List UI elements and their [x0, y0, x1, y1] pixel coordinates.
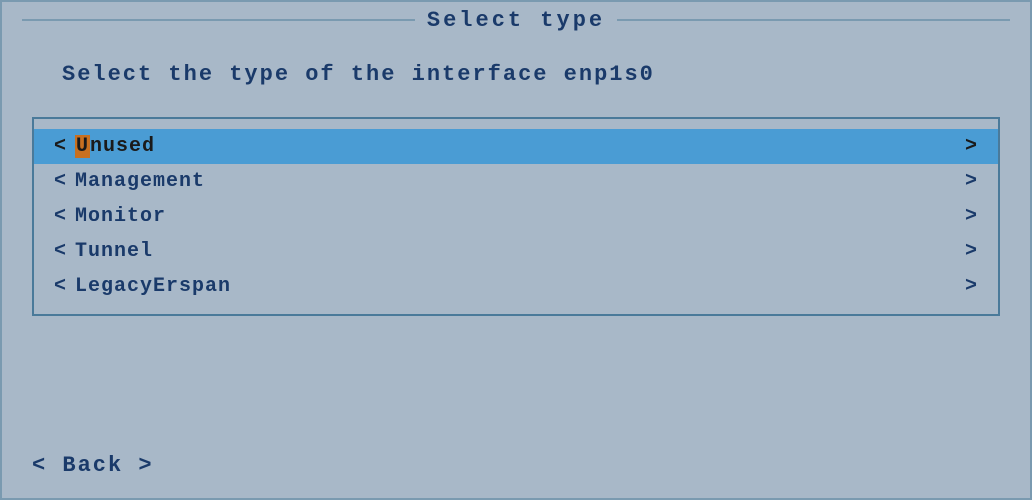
list-item-unused[interactable]: < Unused > [34, 129, 998, 164]
list-item-legacyerspan[interactable]: < LegacyErspan > [34, 269, 998, 304]
type-list: < Unused > < Management > < Monitor > < … [32, 117, 1000, 316]
left-arrow-legacyerspan: < [54, 275, 67, 298]
page-title: Select type [427, 8, 605, 33]
item-label-monitor: Monitor [75, 205, 965, 228]
title-line-left [22, 19, 415, 21]
right-arrow-legacyerspan: > [965, 275, 978, 298]
right-arrow-unused: > [965, 135, 978, 158]
title-line-right [617, 19, 1010, 21]
subtitle-text: Select the type of the interface enp1s0 [2, 62, 1030, 87]
left-arrow-tunnel: < [54, 240, 67, 263]
left-arrow-unused: < [54, 135, 67, 158]
item-label-unused: Unused [75, 135, 965, 158]
list-item-monitor[interactable]: < Monitor > [34, 199, 998, 234]
item-label-legacyerspan: LegacyErspan [75, 275, 965, 298]
right-arrow-monitor: > [965, 205, 978, 228]
back-button[interactable]: < Back > [32, 453, 154, 478]
item-label-management: Management [75, 170, 965, 193]
left-arrow-monitor: < [54, 205, 67, 228]
item-label-tunnel: Tunnel [75, 240, 965, 263]
right-arrow-tunnel: > [965, 240, 978, 263]
left-arrow-management: < [54, 170, 67, 193]
title-bar: Select type [2, 2, 1030, 38]
list-item-management[interactable]: < Management > [34, 164, 998, 199]
back-label: < Back > [32, 453, 154, 478]
highlighted-char-unused: U [75, 135, 90, 158]
list-item-tunnel[interactable]: < Tunnel > [34, 234, 998, 269]
right-arrow-management: > [965, 170, 978, 193]
main-container: Select type Select the type of the inter… [0, 0, 1032, 500]
